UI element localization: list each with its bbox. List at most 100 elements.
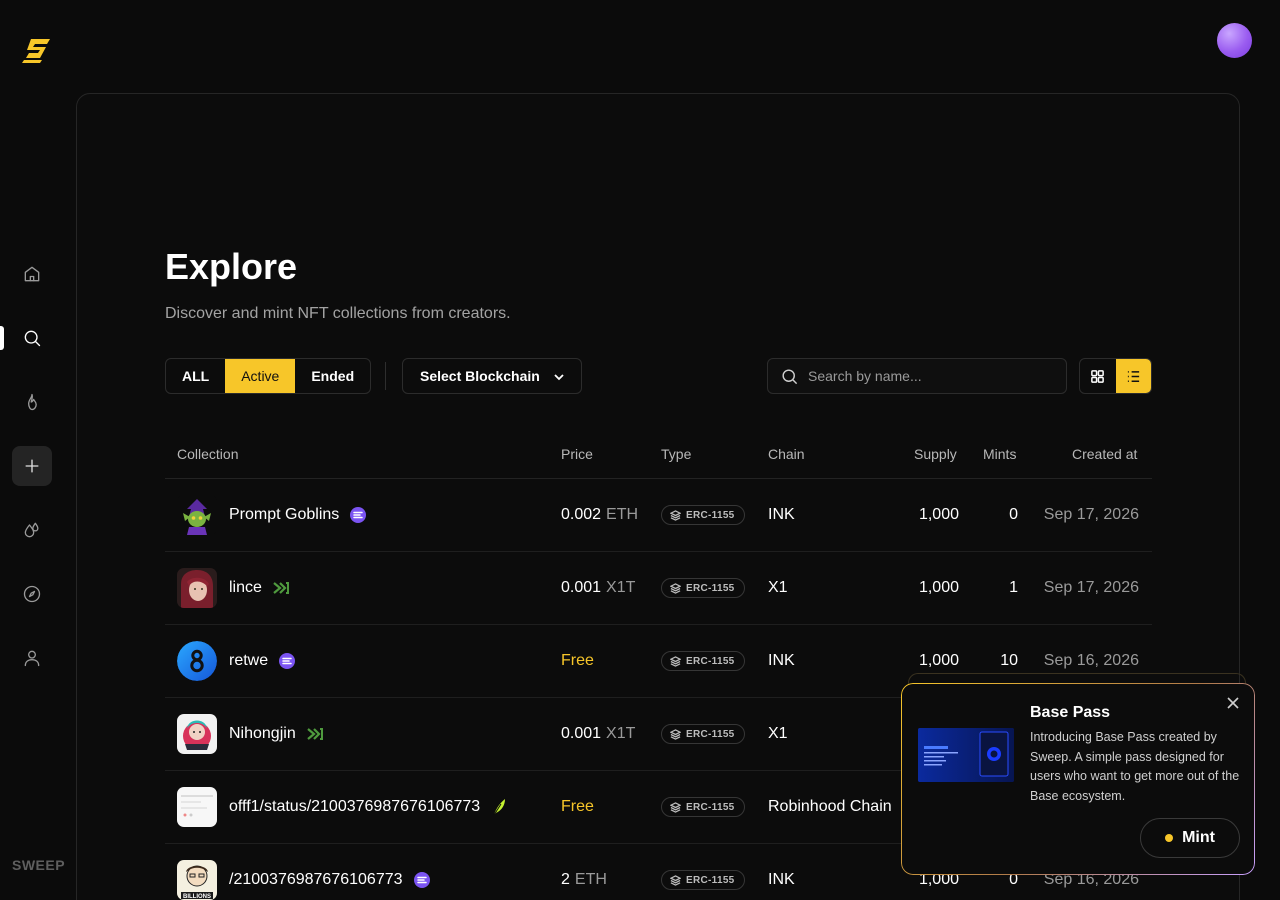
token-type-label: ERC-1155 (686, 728, 735, 740)
nav-home-icon[interactable] (12, 254, 52, 294)
sidebar: SWEEP (0, 0, 66, 900)
layers-icon (670, 728, 681, 740)
collection-thumbnail (177, 787, 217, 827)
col-mints[interactable]: Mints (983, 446, 1016, 462)
token-type-badge: ERC-1155 (661, 651, 745, 671)
ink-chain-icon (349, 506, 367, 524)
user-avatar[interactable] (1217, 23, 1252, 58)
layers-icon (670, 655, 681, 667)
table-row[interactable]: lince 0.001 X1T ERC-1155 X1 1,000 1 Sep 1… (165, 552, 1152, 625)
layers-icon (670, 582, 681, 594)
filter-ended-button[interactable]: Ended (295, 359, 370, 393)
popup-artwork[interactable] (918, 728, 1014, 782)
svg-text:BILLIONS: BILLIONS (183, 894, 211, 900)
price-value: 0.001 (561, 579, 602, 596)
close-icon (1227, 697, 1239, 709)
price: Free (561, 771, 594, 843)
token-type-label: ERC-1155 (686, 509, 735, 521)
token-type-badge: ERC-1155 (661, 870, 745, 890)
token-type-badge: ERC-1155 (661, 505, 745, 525)
popup-title: Base Pass (1030, 704, 1111, 721)
nav-flame-icon[interactable] (12, 382, 52, 422)
price-currency: ETH (574, 871, 607, 888)
col-price[interactable]: Price (561, 446, 593, 462)
x1-chain-icon (272, 579, 290, 597)
created-at: Sep 17, 2026 (1043, 579, 1139, 596)
nav-compass-icon[interactable] (12, 574, 52, 614)
chain-name: X1 (768, 579, 788, 596)
created-at: Sep 17, 2026 (1043, 506, 1139, 523)
robinhood-chain-icon (490, 798, 508, 816)
price-currency: ETH (606, 506, 639, 523)
grid-view-button[interactable] (1080, 359, 1116, 393)
price-value: 0.002 (561, 506, 602, 523)
ink-chain-icon (413, 871, 431, 889)
price-currency: X1T (606, 725, 636, 742)
collection-name[interactable]: lince (229, 579, 262, 597)
price-value: 2 (561, 871, 570, 888)
collection-name[interactable]: Prompt Goblins (229, 506, 339, 524)
price-value: Free (561, 798, 594, 815)
page-subtitle: Discover and mint NFT collections from c… (165, 305, 511, 322)
active-indicator (0, 326, 4, 350)
close-button[interactable] (1226, 696, 1242, 712)
x1-chain-icon (306, 725, 324, 743)
table-row[interactable]: Prompt Goblins 0.002 ETH ERC-1155 INK 1,0… (165, 479, 1152, 552)
search-input[interactable] (808, 359, 1058, 393)
filter-active-button[interactable]: Active (225, 359, 296, 393)
nav-profile-user-icon[interactable] (12, 638, 52, 678)
token-type-badge: ERC-1155 (661, 797, 745, 817)
price: 2 ETH (561, 844, 607, 900)
collection-name[interactable]: retwe (229, 652, 268, 670)
collection-thumbnail (177, 714, 217, 754)
brand-footer: SWEEP (12, 857, 66, 873)
chain-name: INK (768, 871, 795, 888)
filter-all-button[interactable]: ALL (166, 359, 225, 393)
mints: 1 (1009, 579, 1018, 596)
list-view-button[interactable] (1115, 359, 1151, 393)
collection-thumbnail (177, 495, 217, 535)
blockchain-select-label: Select Blockchain (420, 368, 540, 384)
popup-description: Introducing Base Pass created by Sweep. … (1030, 730, 1240, 803)
collection-name[interactable]: offf1/status/2100376987676106773 (229, 798, 480, 816)
grid-icon (1091, 369, 1105, 383)
collection-thumbnail (177, 568, 217, 608)
sweep-logo-icon[interactable] (22, 36, 54, 64)
status-filter: ALL Active Ended (165, 358, 372, 394)
chevron-down-icon (554, 374, 564, 381)
supply: 1,000 (918, 579, 959, 596)
mints: 0 (1009, 506, 1018, 523)
token-type-badge: ERC-1155 (661, 578, 745, 598)
collection-name[interactable]: Nihongjin (229, 725, 296, 743)
price: Free (561, 625, 594, 697)
col-type[interactable]: Type (661, 446, 691, 462)
col-collection[interactable]: Collection (177, 446, 238, 462)
chain-name: X1 (768, 725, 788, 742)
token-type-label: ERC-1155 (686, 801, 735, 813)
blockchain-select[interactable]: Select Blockchain (402, 358, 582, 394)
col-supply[interactable]: Supply (914, 446, 957, 462)
nav-drops-icon[interactable] (12, 510, 52, 550)
token-type-label: ERC-1155 (686, 874, 735, 886)
mint-button[interactable]: Mint (1140, 818, 1240, 858)
price: 0.001 X1T (561, 552, 635, 624)
token-type-badge: ERC-1155 (661, 724, 745, 744)
collection-name[interactable]: /2100376987676106773 (229, 871, 403, 889)
token-type-label: ERC-1155 (686, 582, 735, 594)
list-icon (1127, 370, 1139, 382)
view-toggle (1079, 358, 1152, 394)
promo-popup: Base Pass Introducing Base Pass created … (901, 683, 1255, 875)
nav-create-plus-icon[interactable] (12, 446, 52, 486)
collection-thumbnail (177, 641, 217, 681)
search-box (767, 358, 1067, 394)
nav-search-icon[interactable] (12, 318, 52, 358)
token-type-label: ERC-1155 (686, 655, 735, 667)
price-value: 0.001 (561, 725, 602, 742)
layers-icon (670, 874, 681, 886)
col-chain[interactable]: Chain (768, 446, 805, 462)
price-currency: X1T (606, 579, 636, 596)
col-created-at[interactable]: Created at (1072, 446, 1137, 462)
price: 0.001 X1T (561, 698, 635, 770)
layers-icon (670, 509, 681, 521)
price-value: Free (561, 652, 594, 669)
